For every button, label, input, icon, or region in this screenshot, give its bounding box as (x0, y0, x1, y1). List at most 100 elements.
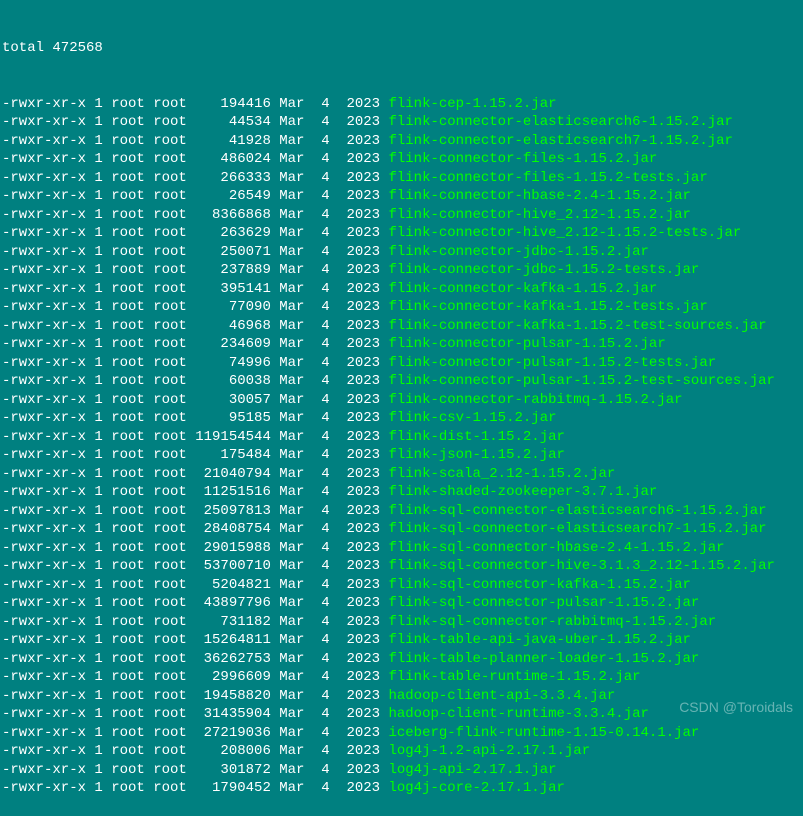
file-name: flink-table-planner-loader-1.15.2.jar (388, 651, 699, 667)
file-row: -rwxr-xr-x 1 root root 74996 Mar 4 2023 … (2, 354, 801, 373)
file-name: log4j-core-2.17.1.jar (388, 780, 564, 796)
file-permissions: -rwxr-xr-x 1 root root 41928 Mar 4 2023 (2, 133, 388, 149)
file-row: -rwxr-xr-x 1 root root 15264811 Mar 4 20… (2, 631, 801, 650)
file-name: flink-sql-connector-hbase-2.4-1.15.2.jar (388, 540, 724, 556)
file-row: -rwxr-xr-x 1 root root 731182 Mar 4 2023… (2, 613, 801, 632)
file-name: hadoop-client-api-3.3.4.jar (388, 688, 615, 704)
file-permissions: -rwxr-xr-x 1 root root 43897796 Mar 4 20… (2, 595, 388, 611)
file-name: flink-connector-jdbc-1.15.2-tests.jar (388, 262, 699, 278)
file-row: -rwxr-xr-x 1 root root 237889 Mar 4 2023… (2, 261, 801, 280)
file-name: flink-sql-connector-hive-3.1.3_2.12-1.15… (388, 558, 774, 574)
file-row: -rwxr-xr-x 1 root root 250071 Mar 4 2023… (2, 243, 801, 262)
file-listing: -rwxr-xr-x 1 root root 194416 Mar 4 2023… (2, 95, 801, 798)
file-permissions: -rwxr-xr-x 1 root root 175484 Mar 4 2023 (2, 447, 388, 463)
file-permissions: -rwxr-xr-x 1 root root 46968 Mar 4 2023 (2, 318, 388, 334)
file-name: flink-connector-files-1.15.2-tests.jar (388, 170, 707, 186)
file-name: flink-dist-1.15.2.jar (388, 429, 564, 445)
file-name: log4j-api-2.17.1.jar (388, 762, 556, 778)
file-name: flink-table-api-java-uber-1.15.2.jar (388, 632, 690, 648)
file-permissions: -rwxr-xr-x 1 root root 119154544 Mar 4 2… (2, 429, 388, 445)
file-name: log4j-1.2-api-2.17.1.jar (388, 743, 590, 759)
file-name: flink-sql-connector-elasticsearch7-1.15.… (388, 521, 766, 537)
file-permissions: -rwxr-xr-x 1 root root 8366868 Mar 4 202… (2, 207, 388, 223)
file-name: flink-connector-pulsar-1.15.2.jar (388, 336, 665, 352)
file-name: flink-connector-kafka-1.15.2-tests.jar (388, 299, 707, 315)
file-row: -rwxr-xr-x 1 root root 395141 Mar 4 2023… (2, 280, 801, 299)
file-row: -rwxr-xr-x 1 root root 8366868 Mar 4 202… (2, 206, 801, 225)
file-permissions: -rwxr-xr-x 1 root root 74996 Mar 4 2023 (2, 355, 388, 371)
file-row: -rwxr-xr-x 1 root root 27219036 Mar 4 20… (2, 724, 801, 743)
file-row: -rwxr-xr-x 1 root root 44534 Mar 4 2023 … (2, 113, 801, 132)
file-row: -rwxr-xr-x 1 root root 5204821 Mar 4 202… (2, 576, 801, 595)
file-permissions: -rwxr-xr-x 1 root root 301872 Mar 4 2023 (2, 762, 388, 778)
file-name: flink-connector-kafka-1.15.2.jar (388, 281, 657, 297)
file-row: -rwxr-xr-x 1 root root 41928 Mar 4 2023 … (2, 132, 801, 151)
file-name: flink-shaded-zookeeper-3.7.1.jar (388, 484, 657, 500)
file-row: -rwxr-xr-x 1 root root 11251516 Mar 4 20… (2, 483, 801, 502)
file-row: -rwxr-xr-x 1 root root 29015988 Mar 4 20… (2, 539, 801, 558)
file-permissions: -rwxr-xr-x 1 root root 263629 Mar 4 2023 (2, 225, 388, 241)
file-name: hadoop-client-runtime-3.3.4.jar (388, 706, 648, 722)
file-row: -rwxr-xr-x 1 root root 266333 Mar 4 2023… (2, 169, 801, 188)
watermark: CSDN @Toroidals (679, 699, 793, 715)
total-line: total 472568 (2, 39, 801, 58)
file-name: flink-connector-pulsar-1.15.2-tests.jar (388, 355, 716, 371)
file-row: -rwxr-xr-x 1 root root 119154544 Mar 4 2… (2, 428, 801, 447)
file-row: -rwxr-xr-x 1 root root 194416 Mar 4 2023… (2, 95, 801, 114)
file-name: flink-connector-hive_2.12-1.15.2.jar (388, 207, 690, 223)
file-permissions: -rwxr-xr-x 1 root root 19458820 Mar 4 20… (2, 688, 388, 704)
file-permissions: -rwxr-xr-x 1 root root 395141 Mar 4 2023 (2, 281, 388, 297)
file-row: -rwxr-xr-x 1 root root 208006 Mar 4 2023… (2, 742, 801, 761)
file-permissions: -rwxr-xr-x 1 root root 44534 Mar 4 2023 (2, 114, 388, 130)
file-name: flink-connector-pulsar-1.15.2-test-sourc… (388, 373, 774, 389)
file-row: -rwxr-xr-x 1 root root 95185 Mar 4 2023 … (2, 409, 801, 428)
file-permissions: -rwxr-xr-x 1 root root 95185 Mar 4 2023 (2, 410, 388, 426)
file-name: flink-connector-kafka-1.15.2-test-source… (388, 318, 766, 334)
file-row: -rwxr-xr-x 1 root root 53700710 Mar 4 20… (2, 557, 801, 576)
file-name: flink-sql-connector-rabbitmq-1.15.2.jar (388, 614, 716, 630)
file-permissions: -rwxr-xr-x 1 root root 266333 Mar 4 2023 (2, 170, 388, 186)
file-row: -rwxr-xr-x 1 root root 486024 Mar 4 2023… (2, 150, 801, 169)
file-permissions: -rwxr-xr-x 1 root root 31435904 Mar 4 20… (2, 706, 388, 722)
file-permissions: -rwxr-xr-x 1 root root 234609 Mar 4 2023 (2, 336, 388, 352)
file-permissions: -rwxr-xr-x 1 root root 237889 Mar 4 2023 (2, 262, 388, 278)
file-row: -rwxr-xr-x 1 root root 77090 Mar 4 2023 … (2, 298, 801, 317)
file-name: flink-sql-connector-elasticsearch6-1.15.… (388, 503, 766, 519)
file-permissions: -rwxr-xr-x 1 root root 2996609 Mar 4 202… (2, 669, 388, 685)
file-name: flink-connector-jdbc-1.15.2.jar (388, 244, 648, 260)
file-row: -rwxr-xr-x 1 root root 25097813 Mar 4 20… (2, 502, 801, 521)
file-permissions: -rwxr-xr-x 1 root root 29015988 Mar 4 20… (2, 540, 388, 556)
file-row: -rwxr-xr-x 1 root root 234609 Mar 4 2023… (2, 335, 801, 354)
file-permissions: -rwxr-xr-x 1 root root 194416 Mar 4 2023 (2, 96, 388, 112)
file-name: flink-scala_2.12-1.15.2.jar (388, 466, 615, 482)
file-name: flink-connector-files-1.15.2.jar (388, 151, 657, 167)
file-permissions: -rwxr-xr-x 1 root root 25097813 Mar 4 20… (2, 503, 388, 519)
file-row: -rwxr-xr-x 1 root root 46968 Mar 4 2023 … (2, 317, 801, 336)
file-row: -rwxr-xr-x 1 root root 1790452 Mar 4 202… (2, 779, 801, 798)
file-name: flink-csv-1.15.2.jar (388, 410, 556, 426)
file-row: -rwxr-xr-x 1 root root 2996609 Mar 4 202… (2, 668, 801, 687)
file-row: -rwxr-xr-x 1 root root 28408754 Mar 4 20… (2, 520, 801, 539)
file-permissions: -rwxr-xr-x 1 root root 250071 Mar 4 2023 (2, 244, 388, 260)
file-name: flink-connector-hive_2.12-1.15.2-tests.j… (388, 225, 741, 241)
file-name: flink-sql-connector-kafka-1.15.2.jar (388, 577, 690, 593)
file-row: -rwxr-xr-x 1 root root 175484 Mar 4 2023… (2, 446, 801, 465)
file-permissions: -rwxr-xr-x 1 root root 208006 Mar 4 2023 (2, 743, 388, 759)
file-permissions: -rwxr-xr-x 1 root root 60038 Mar 4 2023 (2, 373, 388, 389)
file-permissions: -rwxr-xr-x 1 root root 28408754 Mar 4 20… (2, 521, 388, 537)
file-name: iceberg-flink-runtime-1.15-0.14.1.jar (388, 725, 699, 741)
file-permissions: -rwxr-xr-x 1 root root 27219036 Mar 4 20… (2, 725, 388, 741)
file-row: -rwxr-xr-x 1 root root 21040794 Mar 4 20… (2, 465, 801, 484)
file-permissions: -rwxr-xr-x 1 root root 731182 Mar 4 2023 (2, 614, 388, 630)
terminal-output: total 472568 -rwxr-xr-x 1 root root 1944… (2, 2, 801, 816)
file-row: -rwxr-xr-x 1 root root 26549 Mar 4 2023 … (2, 187, 801, 206)
file-name: flink-connector-hbase-2.4-1.15.2.jar (388, 188, 690, 204)
file-permissions: -rwxr-xr-x 1 root root 486024 Mar 4 2023 (2, 151, 388, 167)
file-name: flink-cep-1.15.2.jar (388, 96, 556, 112)
file-row: -rwxr-xr-x 1 root root 263629 Mar 4 2023… (2, 224, 801, 243)
file-permissions: -rwxr-xr-x 1 root root 15264811 Mar 4 20… (2, 632, 388, 648)
file-row: -rwxr-xr-x 1 root root 60038 Mar 4 2023 … (2, 372, 801, 391)
file-permissions: -rwxr-xr-x 1 root root 53700710 Mar 4 20… (2, 558, 388, 574)
file-row: -rwxr-xr-x 1 root root 43897796 Mar 4 20… (2, 594, 801, 613)
file-permissions: -rwxr-xr-x 1 root root 26549 Mar 4 2023 (2, 188, 388, 204)
